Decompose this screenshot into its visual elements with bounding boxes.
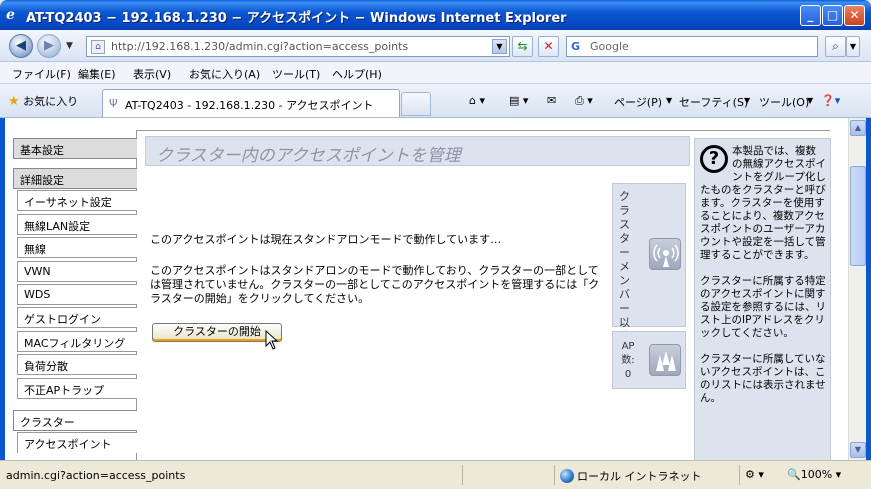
search-icon[interactable]: ⌕ [825,36,846,57]
window-title: AT-TQ2403 − 192.168.1.230 − アクセスポイント − W… [26,11,567,26]
feeds-icon[interactable]: ▤ ▾ [509,94,528,107]
menu-view[interactable]: 表示(V) [133,66,171,82]
print-icon[interactable]: ⎙ ▾ [575,94,593,108]
page-icon: ⌂ [91,40,105,54]
status-url: admin.cgi?action=access_points [6,469,186,482]
ap-count-label: AP数: [621,341,635,366]
ap-count-value: 0 [624,369,632,380]
safety-dropdown-icon[interactable]: ▼ [744,96,750,105]
menu-favorites[interactable]: お気に入り(A) [189,66,260,82]
access-point-icon [649,238,681,270]
history-dropdown-icon[interactable]: ▼ [66,41,73,51]
page-title: クラスター内のアクセスポイントを管理 [145,136,690,166]
menu-edit[interactable]: 編集(E) [78,66,116,82]
globe-icon [560,469,574,483]
help-panel: ? 本製品では、複数の無線アクセスポイントをグループ化したものをクラスターと呼び… [694,138,831,460]
scroll-thumb[interactable] [850,166,866,266]
nav-wds[interactable]: WDS [17,284,137,305]
help-icon[interactable]: ❓▾ [821,94,840,107]
search-options-icon[interactable]: ▼ [846,36,860,57]
stop-icon[interactable]: ✕ [538,36,559,57]
tab-label: AT-TQ2403 - 192.168.1.230 - アクセスポイント [125,99,374,112]
favorites-label: お気に入り [23,95,79,108]
tab-access-points[interactable]: Ψ AT-TQ2403 - 192.168.1.230 - アクセスポイント [102,89,400,117]
scroll-down-icon[interactable]: ▼ [850,442,866,458]
search-placeholder: Google [590,40,629,53]
tools-menu-button[interactable]: ツール(O) [759,94,809,110]
nav-access-points[interactable]: アクセスポイント [17,432,137,453]
safety-menu-button[interactable]: セーフティ(S) [679,94,748,110]
google-icon: G [571,40,581,53]
explanation-text: このアクセスポイントはスタンドアロンのモードで動作しており、クラスターの一部とし… [150,264,600,305]
tab-bar: ★ お気に入り Ψ AT-TQ2403 - 192.168.1.230 - アク… [0,84,871,118]
new-tab-button[interactable] [401,92,431,116]
title-bar: e AT-TQ2403 − 192.168.1.230 − アクセスポイント −… [0,0,871,30]
vertical-scrollbar[interactable]: ▲ ▼ [848,118,866,460]
start-cluster-button[interactable]: クラスターの開始 [152,323,282,342]
nav-advanced-settings[interactable]: 詳細設定 [13,168,137,189]
ie-logo-icon: e [6,7,15,23]
zoom-level[interactable]: 🔍100% ▾ [787,468,841,481]
mail-icon[interactable]: ✉ [547,94,556,107]
non-member-panel: クラスターメンバー以外 [612,183,686,343]
non-member-label: クラスターメンバー以外 [619,190,630,343]
close-button[interactable]: ✕ [844,5,865,26]
nav-basic-settings[interactable]: 基本設定 [13,138,137,159]
home-icon[interactable]: ⌂ ▾ [469,94,485,107]
nav-wireless[interactable]: 無線 [17,237,137,258]
favorites-button[interactable]: ★ お気に入り [8,93,78,109]
page-menu-button[interactable]: ページ(P) [614,94,662,110]
status-separator [462,465,463,485]
help-question-icon: ? [700,145,728,173]
menu-file[interactable]: ファイル(F) [12,66,71,82]
mouse-cursor-icon [265,330,279,350]
status-separator [739,465,740,485]
zoom-value: 100% [800,468,833,481]
search-input[interactable]: G Google [566,36,818,57]
nav-rogue-ap[interactable]: 不正APトラップ [17,378,137,399]
zone-label: ローカル イントラネット [577,470,702,483]
forward-button[interactable]: ▶ [37,34,61,58]
address-bar[interactable]: ⌂ http://192.168.1.230/admin.cgi?action=… [86,36,510,57]
status-bar: admin.cgi?action=access_points ローカル イントラ… [0,460,871,489]
status-separator [554,465,555,485]
page-viewport: 基本設定 詳細設定 イーサネット設定 無線LAN設定 無線 VWN WDS ゲス… [5,118,848,460]
maximize-button[interactable]: □ [822,5,843,26]
protected-mode-icon[interactable]: ⚙ ▾ [745,468,764,481]
nav-vwn[interactable]: VWN [17,261,137,282]
menu-bar: ファイル(F) 編集(E) 表示(V) お気に入り(A) ツール(T) ヘルプ(… [0,62,871,84]
address-dropdown-icon[interactable]: ▼ [492,39,507,54]
status-message: このアクセスポイントは現在スタンドアロンモードで動作しています… [150,233,502,246]
star-icon: ★ [8,94,20,109]
menu-tools[interactable]: ツール(T) [272,66,320,82]
address-url[interactable]: http://192.168.1.230/admin.cgi?action=ac… [111,40,408,53]
cluster-group-icon [649,344,681,376]
tab-page-icon: Ψ [109,97,118,110]
help-paragraph-2: クラスターに所属する特定のアクセスポイントに関する設定を参照するには、リスト上の… [700,275,826,339]
nav-wireless-lan[interactable]: 無線LAN設定 [17,214,137,235]
nav-ethernet[interactable]: イーサネット設定 [17,190,137,211]
menu-help[interactable]: ヘルプ(H) [332,66,382,82]
nav-load-balancing[interactable]: 負荷分散 [17,354,137,375]
back-button[interactable]: ◀ [9,34,33,58]
refresh-icon[interactable]: ⇆ [512,36,533,57]
ap-count-panel: AP数: 0 [612,331,686,389]
nav-mac-filter[interactable]: MACフィルタリング [17,331,137,352]
security-zone[interactable]: ローカル イントラネット [560,468,702,484]
address-toolbar: ◀ ▶ ▼ ⌂ http://192.168.1.230/admin.cgi?a… [0,30,871,62]
window-frame-right [866,118,871,460]
tools-dropdown-icon[interactable]: ▼ [807,96,813,105]
help-paragraph-3: クラスターに所属していないアクセスポイントは、このリストには表示されません。 [700,353,826,404]
scroll-up-icon[interactable]: ▲ [850,120,866,136]
page-dropdown-icon[interactable]: ▼ [666,96,672,105]
nav-guest-login[interactable]: ゲストログイン [17,307,137,328]
nav-cluster[interactable]: クラスター [13,410,137,431]
minimize-button[interactable]: _ [800,5,821,26]
